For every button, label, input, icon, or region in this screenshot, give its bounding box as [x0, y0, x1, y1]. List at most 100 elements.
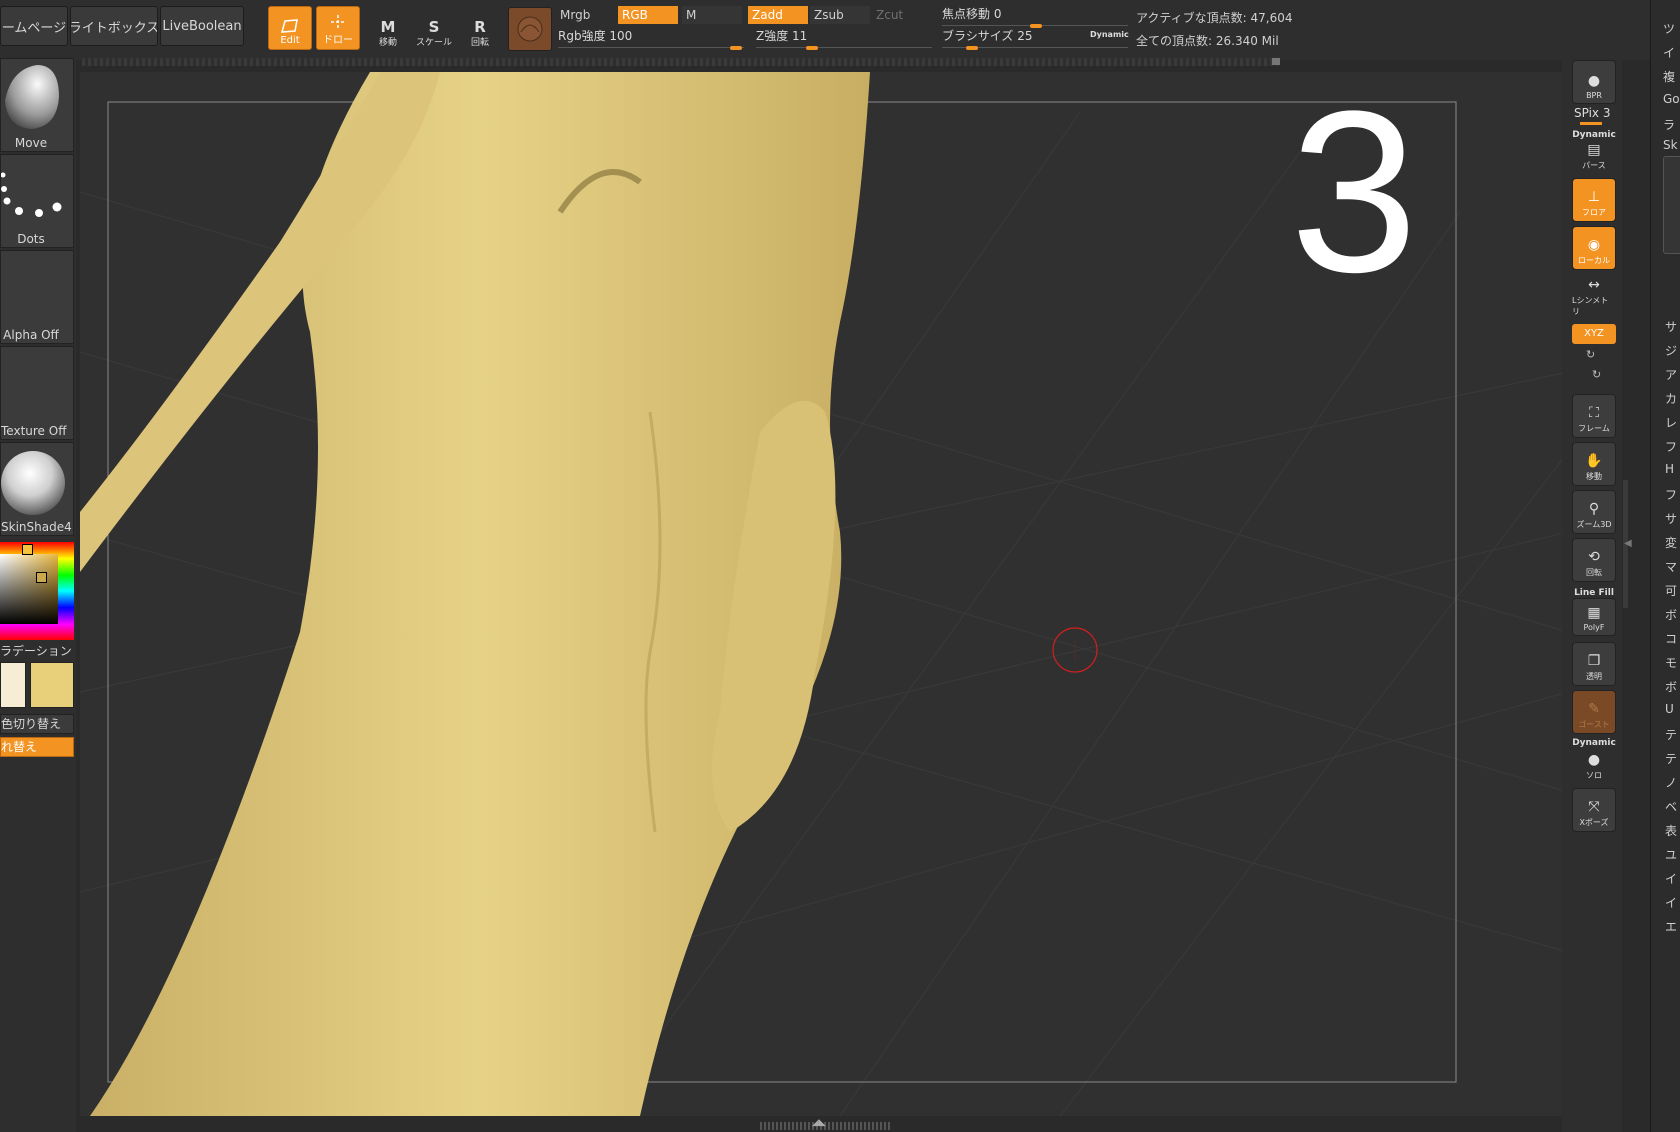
side-menu-item[interactable]: イ: [1663, 44, 1675, 61]
side-menu-item[interactable]: Sk: [1663, 138, 1678, 152]
side-menu-item[interactable]: ボ: [1665, 678, 1677, 695]
stroke-slot[interactable]: Dots: [0, 154, 74, 248]
m-button[interactable]: M: [682, 6, 742, 24]
z-intensity-slider[interactable]: Z強度 11: [756, 28, 932, 50]
hue-marker[interactable]: [22, 544, 33, 555]
top-scroll-handle[interactable]: [1272, 58, 1280, 65]
side-menu-item[interactable]: ユ: [1665, 846, 1677, 863]
side-menu-item[interactable]: イ: [1665, 894, 1677, 911]
side-menu-item[interactable]: 複: [1663, 68, 1675, 85]
side-menu-item[interactable]: ボ: [1665, 606, 1677, 623]
material-swatch-button[interactable]: [508, 7, 552, 51]
edit-button[interactable]: Edit: [268, 6, 312, 50]
side-menu-item[interactable]: フ: [1665, 486, 1677, 503]
side-menu-item[interactable]: ツ: [1663, 20, 1675, 37]
spix-knob[interactable]: [1580, 122, 1602, 125]
side-menu-item[interactable]: 表: [1665, 822, 1677, 839]
move-view-label: 移動: [1586, 472, 1602, 481]
bottom-arrows-icon[interactable]: ◢◣: [812, 1118, 826, 1128]
side-menu-item[interactable]: H: [1665, 462, 1674, 476]
secondary-color-swatch[interactable]: [30, 662, 74, 708]
zsub-button[interactable]: Zsub: [810, 6, 870, 24]
side-menu-item[interactable]: テ: [1665, 726, 1677, 743]
side-menu-item[interactable]: U: [1665, 702, 1674, 716]
side-menu-item[interactable]: サ: [1665, 318, 1677, 335]
rgb-intensity-knob[interactable]: [730, 46, 742, 50]
side-menu-item[interactable]: ノ: [1665, 774, 1677, 791]
material-sphere-icon: [1, 451, 65, 515]
perspective-icon: ▤: [1587, 142, 1601, 158]
transparent-button[interactable]: ❐ 透明: [1572, 642, 1616, 686]
material-slot[interactable]: SkinShade4: [0, 442, 74, 536]
solo-button[interactable]: ● ソロ: [1572, 748, 1616, 784]
bpr-label: BPR: [1586, 91, 1602, 100]
draw-button[interactable]: ドロー: [316, 6, 360, 50]
side-menu-item[interactable]: マ: [1665, 558, 1677, 575]
top-toolbar: ームページ ライトボックス LiveBoolean Edit ドロー M 移動 …: [0, 0, 1680, 66]
brush-slot[interactable]: Move: [0, 58, 74, 152]
switch-color-button[interactable]: 色切り替え: [0, 714, 74, 734]
xyz-rotate-button[interactable]: XYZ: [1572, 324, 1616, 344]
local-button[interactable]: ◉ ローカル: [1572, 226, 1616, 270]
frame-button[interactable]: ⛶ フレーム: [1572, 394, 1616, 438]
texture-slot[interactable]: Texture Off: [0, 346, 74, 440]
gradient-label[interactable]: ラデーション: [0, 642, 74, 659]
move-tool-button[interactable]: M 移動: [368, 8, 408, 48]
alpha-slot[interactable]: Alpha Off: [0, 250, 74, 344]
saturation-square[interactable]: [0, 554, 58, 624]
side-menu-item[interactable]: 可: [1665, 582, 1677, 599]
side-menu-item[interactable]: ジ: [1665, 342, 1677, 359]
side-menu-item[interactable]: フ: [1665, 438, 1677, 455]
zcut-button[interactable]: Zcut: [872, 6, 932, 24]
side-menu-item[interactable]: コ: [1665, 630, 1677, 647]
color-picker[interactable]: [0, 542, 74, 640]
polyframe-icon: ▦: [1587, 605, 1601, 621]
document-canvas[interactable]: 3: [80, 72, 1568, 1116]
side-menu-item[interactable]: エ: [1665, 918, 1677, 935]
side-menu-item[interactable]: モ: [1665, 654, 1677, 671]
side-menu-item[interactable]: ア: [1665, 366, 1677, 383]
focal-shift-slider[interactable]: 焦点移動 0: [942, 6, 1128, 28]
lightbox-button[interactable]: ライトボックス: [70, 6, 158, 46]
side-menu-item[interactable]: サ: [1665, 510, 1677, 527]
scale-tool-button[interactable]: S スケール: [414, 8, 454, 48]
dynamic-size-toggle[interactable]: Dynamic: [1090, 30, 1129, 39]
symmetry-button[interactable]: ↔ Lシンメトリ: [1572, 276, 1616, 320]
zadd-button[interactable]: Zadd: [748, 6, 808, 24]
side-menu-item[interactable]: ラ: [1663, 116, 1675, 133]
move-view-button[interactable]: ✋ 移動: [1572, 442, 1616, 486]
color-marker[interactable]: [36, 572, 47, 583]
floor-label: フロア: [1582, 208, 1606, 217]
liveboolean-button[interactable]: LiveBoolean: [160, 6, 244, 46]
side-menu-item[interactable]: ベ: [1665, 798, 1677, 815]
primary-color-swatch[interactable]: [0, 662, 26, 708]
collapse-arrow-icon[interactable]: ◀: [1624, 538, 1632, 549]
side-menu-item[interactable]: イ: [1665, 870, 1677, 887]
side-menu-item[interactable]: カ: [1665, 390, 1677, 407]
polyframe-button[interactable]: ▦ PolyF: [1572, 598, 1616, 636]
perspective-button[interactable]: ▤ パース: [1572, 140, 1616, 174]
ghost-button[interactable]: ✎ ゴースト: [1572, 690, 1616, 734]
bpr-button[interactable]: ● BPR: [1572, 60, 1616, 104]
ghost-label: ゴースト: [1578, 720, 1610, 729]
side-menu-item[interactable]: 変: [1665, 534, 1677, 551]
alternate-button[interactable]: れ替え: [0, 737, 74, 757]
zoom-3d-button[interactable]: ⚲ ズーム3D: [1572, 490, 1616, 534]
xpose-button[interactable]: ⤧ Xポーズ: [1572, 788, 1616, 832]
brush-size-knob[interactable]: [966, 46, 978, 50]
rotate-tool-button[interactable]: R 回転: [460, 8, 500, 48]
side-menu-item[interactable]: Go: [1663, 92, 1680, 106]
spix-slider[interactable]: SPix 3: [1574, 106, 1610, 120]
floor-button[interactable]: ⊥ フロア: [1572, 178, 1616, 222]
z-intensity-knob[interactable]: [806, 46, 818, 50]
z-rotate-icon[interactable]: ↻: [1592, 368, 1601, 381]
side-menu-item[interactable]: テ: [1665, 750, 1677, 767]
rgb-button[interactable]: RGB: [618, 6, 678, 24]
top-scroll-strip[interactable]: [82, 58, 1278, 66]
rgb-intensity-slider[interactable]: Rgb強度 100: [558, 28, 744, 50]
home-page-button[interactable]: ームページ: [0, 6, 68, 46]
side-menu-item[interactable]: レ: [1665, 414, 1677, 431]
rotate-view-button[interactable]: ⟲ 回転: [1572, 538, 1616, 582]
y-rotate-icon[interactable]: ↻: [1586, 348, 1595, 361]
mrgb-button[interactable]: Mrgb: [556, 6, 616, 24]
